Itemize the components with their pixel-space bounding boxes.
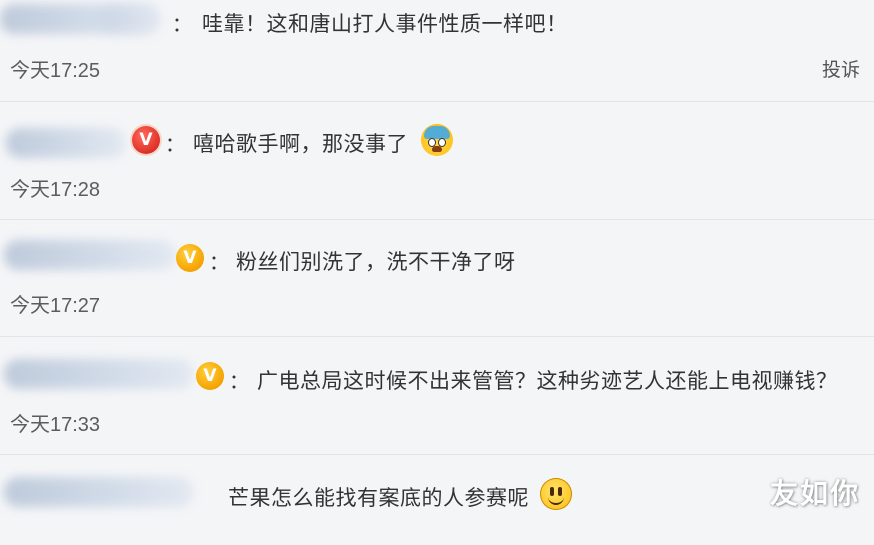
blurred-username[interactable] xyxy=(4,359,194,389)
username-separator: ： xyxy=(209,250,229,274)
watermark-text: 友如你 xyxy=(769,477,860,510)
username-separator: ： xyxy=(165,132,185,156)
scared-face-icon xyxy=(421,124,453,156)
blurred-username-tail xyxy=(100,8,160,30)
comment-item: ： 哇靠！这和唐山打人事件性质一样吧！ 今天17:25 投诉 xyxy=(0,0,874,102)
blurred-username[interactable] xyxy=(4,240,176,270)
comment-item: 芒果怎么能找有案底的人参赛呢 xyxy=(0,455,874,545)
comment-timestamp: 今天17:33 xyxy=(10,414,101,436)
comment-timestamp: 今天17:27 xyxy=(10,295,101,317)
comment-text: 芒果怎么能找有案底的人参赛呢 xyxy=(228,486,529,510)
vip-badge-icon: V xyxy=(196,362,224,390)
smile-face-icon xyxy=(540,478,572,510)
comment-text: 广电总局这时候不出来管管？这种劣迹艺人还能上电视赚钱？ xyxy=(257,369,838,393)
vip-badge-letter: V xyxy=(183,248,197,268)
comment-timestamp: 今天17:25 xyxy=(10,60,101,82)
vip-badge-letter: V xyxy=(139,130,153,150)
comment-text: 粉丝们别洗了，洗不干净了呀 xyxy=(236,250,516,274)
username-separator: ： xyxy=(172,12,192,36)
comment-item: V ： 嘻哈歌手啊，那没事了 今天17:28 xyxy=(0,102,874,220)
comment-text: 嘻哈歌手啊，那没事了 xyxy=(193,132,408,156)
report-button[interactable]: 投诉 xyxy=(822,55,860,82)
comment-timestamp: 今天17:28 xyxy=(10,179,101,201)
comment-text: 哇靠！这和唐山打人事件性质一样吧！ xyxy=(202,12,568,36)
vip-badge-letter: V xyxy=(203,366,217,386)
blurred-username[interactable] xyxy=(4,477,194,507)
vip-badge-icon: V xyxy=(132,126,160,154)
username-separator: ： xyxy=(229,369,249,393)
comment-item: V ： 粉丝们别洗了，洗不干净了呀 今天17:27 xyxy=(0,220,874,337)
blurred-username[interactable] xyxy=(6,128,126,158)
vip-badge-icon: V xyxy=(176,244,204,272)
comment-item: V ： 广电总局这时候不出来管管？这种劣迹艺人还能上电视赚钱？ 今天17:33 xyxy=(0,337,874,455)
comment-list: ： 哇靠！这和唐山打人事件性质一样吧！ 今天17:25 投诉 V ： 嘻哈歌手啊… xyxy=(0,0,874,526)
